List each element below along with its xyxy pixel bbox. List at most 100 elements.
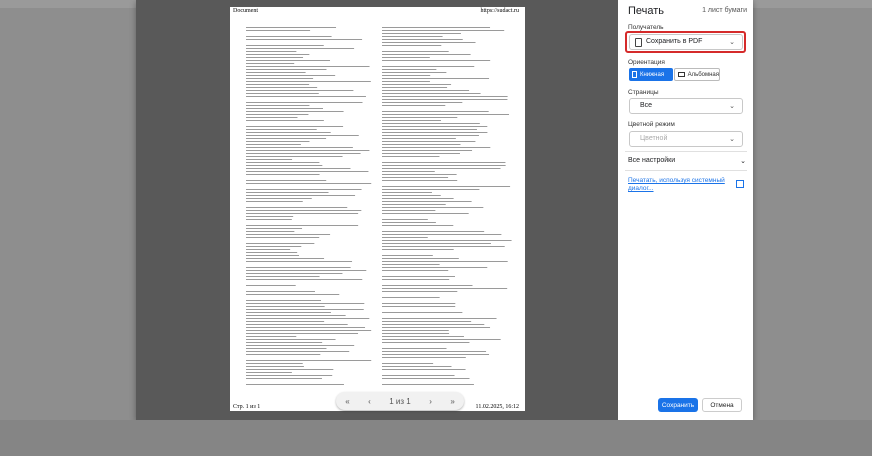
- text-line: [246, 213, 359, 214]
- print-preview: Document https://sudact.ru Стр. 1 из 1 1…: [136, 0, 618, 420]
- text-line: [382, 342, 470, 343]
- print-dialog: Document https://sudact.ru Стр. 1 из 1 1…: [136, 0, 753, 420]
- text-line: [382, 96, 508, 97]
- first-page-button[interactable]: «: [345, 397, 349, 406]
- text-line: [246, 285, 296, 286]
- text-line: [382, 33, 461, 34]
- text-line: [382, 261, 508, 262]
- text-line: [382, 366, 452, 367]
- system-dialog-link[interactable]: Печатать, используя системный диалог...: [628, 177, 728, 193]
- text-line: [246, 174, 320, 175]
- pages-value: Все: [640, 102, 653, 109]
- text-line: [246, 294, 340, 295]
- text-line: [382, 219, 428, 220]
- text-line: [382, 42, 476, 43]
- text-line: [382, 120, 441, 121]
- text-line: [246, 321, 325, 322]
- text-line: [382, 198, 454, 199]
- text-line: [382, 231, 485, 232]
- prev-page-button[interactable]: ‹: [368, 397, 371, 406]
- color-select[interactable]: Цветной ⌄: [629, 131, 743, 147]
- page-header-left: Document: [233, 8, 258, 14]
- text-line: [246, 168, 351, 169]
- text-line: [382, 135, 479, 136]
- text-line: [382, 306, 456, 307]
- destination-select[interactable]: Сохранить в PDF ⌄: [629, 34, 743, 50]
- text-line: [246, 336, 297, 337]
- text-line: [246, 141, 310, 142]
- next-page-button[interactable]: ›: [429, 397, 432, 406]
- text-line: [382, 279, 450, 280]
- text-line: [382, 195, 441, 196]
- text-line: [246, 48, 355, 49]
- text-line: [382, 357, 466, 358]
- text-line: [382, 54, 471, 55]
- save-button[interactable]: Сохранить: [658, 398, 698, 412]
- more-settings-toggle[interactable]: Все настройки ⌄: [628, 157, 746, 165]
- text-line: [246, 120, 324, 121]
- text-line: [246, 255, 300, 256]
- text-line: [246, 372, 292, 373]
- last-page-button[interactable]: »: [450, 397, 454, 406]
- text-line: [246, 84, 310, 85]
- text-line: [382, 378, 470, 379]
- text-line: [246, 252, 298, 253]
- text-line: [246, 375, 333, 376]
- text-line: [246, 114, 309, 115]
- text-line: [246, 144, 301, 145]
- text-line: [246, 126, 344, 127]
- text-line: [246, 351, 350, 352]
- text-line: [382, 321, 472, 322]
- text-line: [382, 147, 491, 148]
- text-line: [246, 63, 295, 64]
- text-line: [246, 54, 310, 55]
- portrait-option[interactable]: Книжная: [629, 68, 673, 81]
- text-line: [246, 318, 370, 319]
- text-line: [246, 234, 331, 235]
- text-line: [246, 348, 327, 349]
- text-line: [246, 111, 344, 112]
- text-line: [382, 201, 472, 202]
- text-line: [382, 240, 512, 241]
- page-navigator: « ‹ 1 из 1 › »: [336, 392, 464, 410]
- text-line: [246, 228, 303, 229]
- text-line: [382, 162, 506, 163]
- divider: [625, 170, 747, 171]
- preview-page: Document https://sudact.ru Стр. 1 из 1 1…: [230, 7, 525, 411]
- text-line: [246, 87, 318, 88]
- text-line: [246, 36, 332, 37]
- text-line: [382, 348, 447, 349]
- text-line: [382, 126, 488, 127]
- pages-select[interactable]: Все ⌄: [629, 98, 743, 114]
- chevron-down-icon: ⌄: [729, 103, 735, 110]
- text-line: [246, 57, 304, 58]
- text-line: [246, 159, 293, 160]
- landscape-option[interactable]: Альбомная: [674, 68, 720, 81]
- text-line: [382, 339, 501, 340]
- text-line: [246, 303, 365, 304]
- text-line: [382, 129, 477, 130]
- page-header: Document https://sudact.ru: [230, 7, 525, 17]
- text-line: [246, 195, 356, 196]
- text-line: [246, 330, 372, 331]
- text-line: [382, 156, 440, 157]
- text-line: [382, 318, 497, 319]
- text-line: [246, 231, 295, 232]
- text-line: [246, 345, 355, 346]
- text-line: [382, 384, 474, 385]
- text-line: [382, 207, 484, 208]
- document-icon: [635, 38, 642, 47]
- text-line: [382, 72, 447, 73]
- page-header-right: https://sudact.ru: [480, 8, 520, 14]
- text-line: [246, 102, 363, 103]
- text-line: [382, 177, 449, 178]
- text-line: [382, 189, 480, 190]
- text-line: [382, 66, 475, 67]
- cancel-button[interactable]: Отмена: [702, 398, 742, 412]
- text-line: [382, 57, 430, 58]
- text-line: [246, 201, 303, 202]
- text-line: [382, 234, 502, 235]
- text-line: [246, 105, 310, 106]
- text-line: [382, 138, 456, 139]
- text-line: [382, 243, 491, 244]
